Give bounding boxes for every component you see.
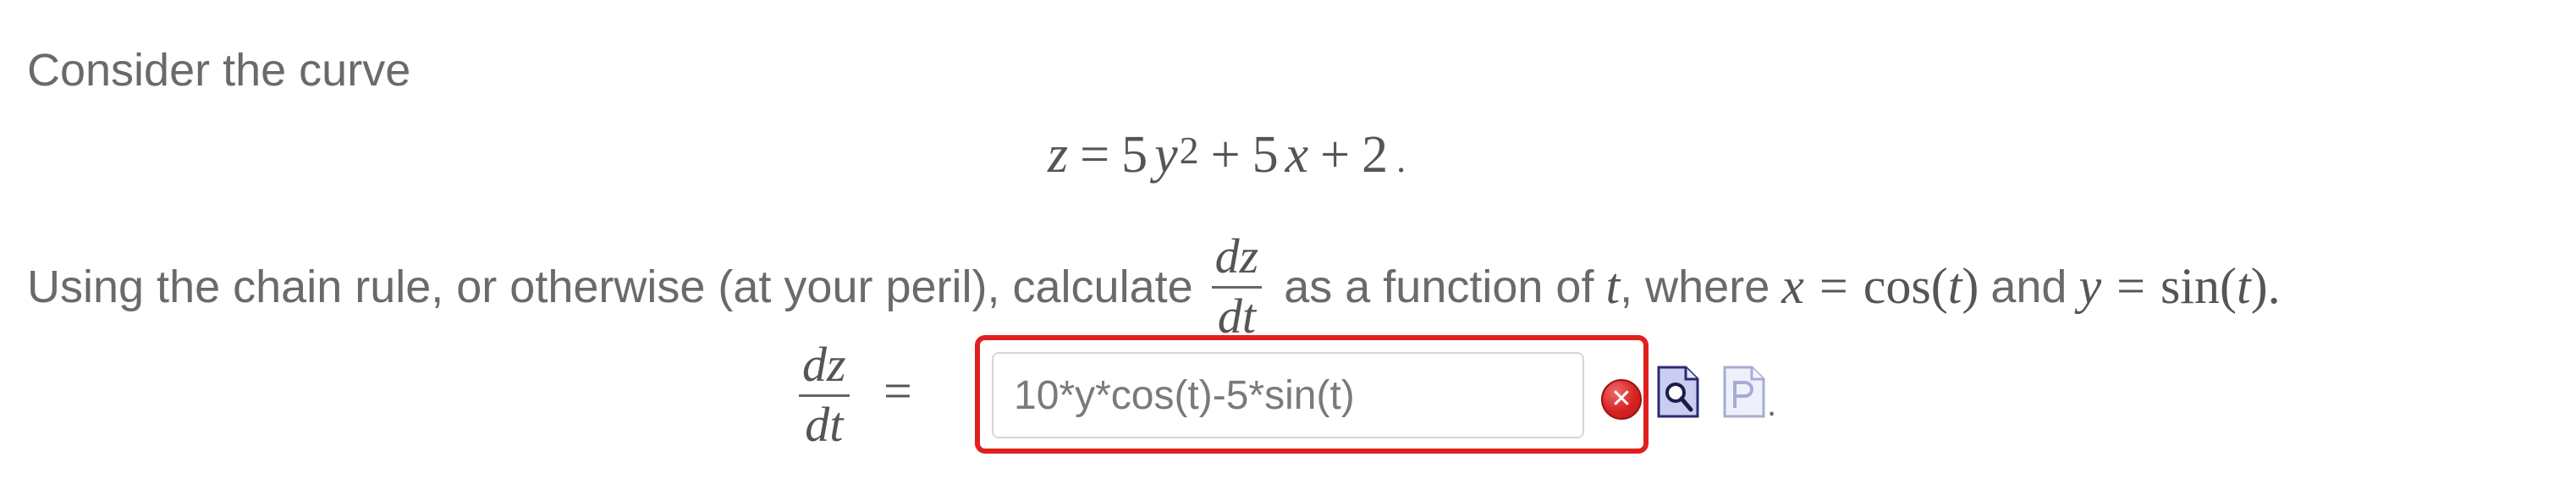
answer-input[interactable] [992,352,1584,438]
answer-frac-denominator: dt [805,397,844,452]
and-word: and [1990,261,2067,312]
cos-open: cos( [1863,258,1948,314]
instruction-where: , where [1620,261,1770,312]
var-t: t [1605,258,1621,314]
eq-coef1: 5 [1121,126,1148,184]
var-x: x [1781,258,1804,314]
eq-lhs: z [1048,126,1069,184]
eq-plus2: + [1320,126,1351,184]
eq-coef2: 5 [1252,126,1279,184]
error-x-icon: ✕ [1601,379,1642,420]
instruction-line: Using the chain rule, or otherwise (at y… [27,232,2281,341]
derivative-fraction: dz dt [1211,228,1263,344]
frac-numerator: dz [1214,228,1259,284]
equals-1: = [1819,258,1848,314]
eq-plus1: + [1210,126,1241,184]
eq-const: 2 [1362,126,1389,184]
cos-arg: t [1947,258,1962,314]
sin-open: sin( [2160,258,2237,314]
eq-exp1: 2 [1179,129,1199,172]
format-help-icon[interactable] [1723,366,1765,418]
sin-arg: t [2236,258,2251,314]
equals-2: = [2116,258,2145,314]
answer-equals: = [883,363,912,419]
frac-denominator: dt [1217,289,1256,344]
cos-close: ) [1962,258,1979,314]
answer-frac-numerator: dz [802,337,846,392]
sin-close: ). [2250,258,2281,314]
answer-derivative-fraction: dz dt [799,340,850,449]
trailing-period: . [1767,386,1777,423]
var-y: y [2078,258,2102,314]
eq-var1: y [1154,126,1178,184]
instruction-before: Using the chain rule, or otherwise (at y… [27,261,1193,312]
eq-var2: x [1285,126,1309,184]
curve-equation: z = 5 y 2 + 5 x + 2 . [1048,125,1406,185]
preview-magnifier-icon[interactable] [1657,366,1699,418]
eq-end: . [1396,139,1406,180]
answer-error-frame: ✕ [975,335,1649,454]
instruction-middle: as a function of [1284,261,1594,312]
eq-equals: = [1080,126,1110,184]
intro-text: Consider the curve [27,45,411,96]
